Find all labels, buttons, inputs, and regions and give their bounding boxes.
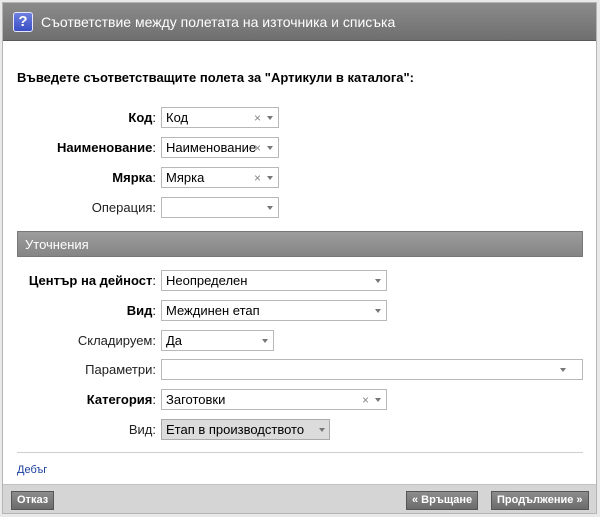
type-select[interactable]: Междинен етап <box>161 300 387 321</box>
code-select-value: Код <box>166 110 189 125</box>
section-header-details: Уточнения <box>17 231 583 257</box>
mapping-row-operation: Операция: <box>3 197 600 219</box>
name-select[interactable]: Наименование × <box>161 137 279 158</box>
dialog-title: Съответствие между полетата на източника… <box>41 14 396 30</box>
storable-select[interactable]: Да <box>161 330 274 351</box>
field-label-name: Наименование: <box>57 140 156 155</box>
field-label-unit: Мярка: <box>112 170 156 185</box>
name-select-value: Наименование <box>166 140 257 155</box>
field-label-type: Вид: <box>126 303 156 318</box>
field-label-parameters: Параметри: <box>85 362 156 377</box>
category-select[interactable]: Заготовки × <box>161 389 387 410</box>
unit-select-value: Мярка <box>166 170 205 185</box>
chevron-down-icon <box>319 428 325 432</box>
field-label-code: Код: <box>128 110 156 125</box>
dialog-titlebar: ? Съответствие между полетата на източни… <box>3 3 596 41</box>
detail-row-kind: Вид: Етап в производството <box>3 419 600 441</box>
clear-icon[interactable]: × <box>362 393 369 407</box>
divider <box>17 452 583 453</box>
storable-select-value: Да <box>166 333 183 348</box>
kind-select-value: Етап в производството <box>166 422 305 437</box>
detail-row-type: Вид: Междинен етап <box>3 300 600 322</box>
detail-row-activity-center: Център на дейност: Неопределен <box>3 270 600 292</box>
chevron-down-icon <box>375 398 381 402</box>
field-label-kind: Вид: <box>128 422 156 437</box>
detail-row-parameters: Параметри: <box>3 359 600 381</box>
type-select-value: Междинен етап <box>166 303 260 318</box>
chevron-down-icon <box>375 279 381 283</box>
debug-link[interactable]: Дебъг <box>17 464 47 476</box>
field-label-activity-center: Център на дейност: <box>28 273 156 288</box>
continue-button[interactable]: Продължение » <box>491 491 589 510</box>
unit-select[interactable]: Мярка × <box>161 167 279 188</box>
import-mapping-dialog: ? Съответствие между полетата на източни… <box>2 2 597 514</box>
chevron-down-icon <box>560 368 566 372</box>
instruction-text: Въведете съответстващите полета за "Арти… <box>17 70 415 85</box>
question-mark-icon: ? <box>13 12 33 32</box>
kind-select[interactable]: Етап в производството <box>161 419 330 440</box>
cancel-button[interactable]: Отказ <box>11 491 55 510</box>
operation-select[interactable] <box>161 197 279 218</box>
category-select-value: Заготовки <box>166 392 226 407</box>
mapping-row-unit: Мярка: Мярка × <box>3 167 600 189</box>
code-select[interactable]: Код × <box>161 107 279 128</box>
clear-icon[interactable]: × <box>254 171 261 185</box>
chevron-down-icon <box>262 339 268 343</box>
activity-center-select[interactable]: Неопределен <box>161 270 387 291</box>
field-label-category: Категория: <box>86 392 156 407</box>
mapping-row-name: Наименование: Наименование × <box>3 137 600 159</box>
field-label-storable: Складируем: <box>77 333 156 348</box>
dialog-footer: Отказ « Връщане Продължение » <box>3 484 596 513</box>
chevron-down-icon <box>267 176 273 180</box>
parameters-select[interactable] <box>161 359 583 380</box>
clear-icon[interactable]: × <box>254 111 261 125</box>
back-button[interactable]: « Връщане <box>406 491 479 510</box>
chevron-down-icon <box>267 116 273 120</box>
detail-row-category: Категория: Заготовки × <box>3 389 600 411</box>
chevron-down-icon <box>375 309 381 313</box>
chevron-down-icon <box>267 146 273 150</box>
field-label-operation: Операция: <box>91 200 156 215</box>
clear-icon[interactable]: × <box>254 141 261 155</box>
activity-center-value: Неопределен <box>166 273 248 288</box>
chevron-down-icon <box>267 206 273 210</box>
detail-row-storable: Складируем: Да <box>3 330 600 352</box>
mapping-row-code: Код: Код × <box>3 107 600 129</box>
